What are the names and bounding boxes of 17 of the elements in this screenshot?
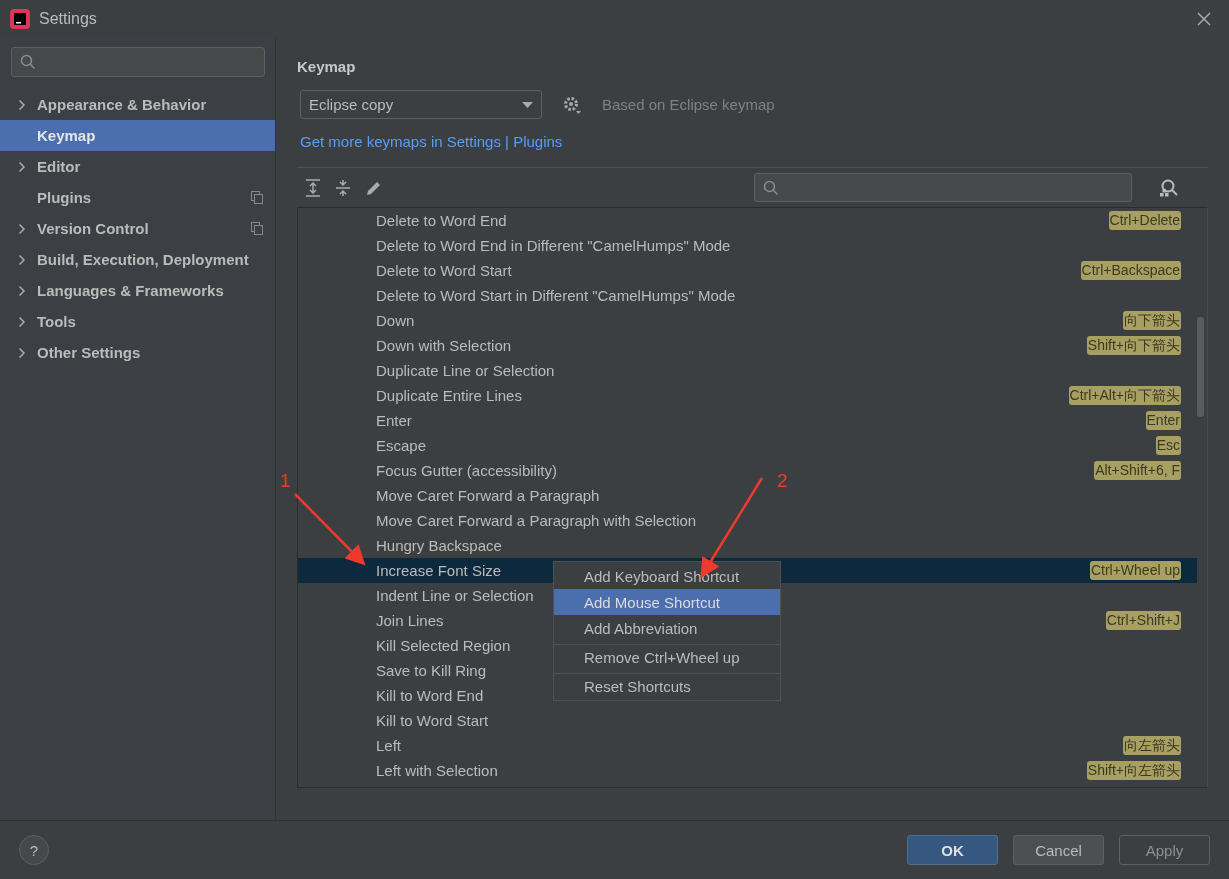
shortcut-badge: Enter bbox=[1145, 411, 1181, 430]
shortcut-badge: 向下箭头 bbox=[1123, 311, 1181, 330]
shortcut-badge: Ctrl+Wheel up bbox=[1089, 561, 1181, 580]
shortcut-badge: Ctrl+Delete bbox=[1108, 211, 1181, 230]
shortcut-badge: Esc bbox=[1155, 436, 1181, 455]
shortcut-badge: Ctrl+Alt+向下箭头 bbox=[1068, 386, 1181, 405]
page-title: Keymap bbox=[297, 56, 357, 77]
shortcut-badge: 向左箭头 bbox=[1123, 736, 1181, 755]
annotation-number: 2 bbox=[777, 470, 788, 491]
shortcut-badge: Ctrl+Backspace bbox=[1080, 261, 1181, 280]
shortcut-badge: Alt+Shift+6, F bbox=[1094, 461, 1181, 480]
annotation-number: 1 bbox=[280, 470, 291, 491]
shortcut-badge: Shift+向下箭头 bbox=[1086, 336, 1181, 355]
shortcut-badge: Ctrl+Shift+J bbox=[1105, 611, 1181, 630]
window-title: Settings bbox=[39, 9, 98, 28]
based-on-text: Based on Eclipse keymap bbox=[602, 96, 775, 113]
shortcut-badge: Shift+向左箭头 bbox=[1086, 761, 1181, 780]
